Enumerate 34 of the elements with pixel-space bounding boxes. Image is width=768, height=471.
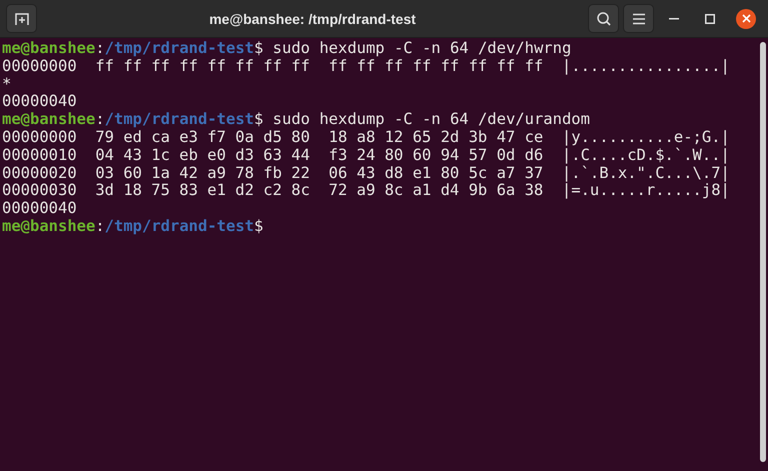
command-text: sudo hexdump -C -n 64 /dev/hwrng xyxy=(272,40,572,58)
prompt-separator: : xyxy=(95,218,105,236)
scrollbar[interactable] xyxy=(760,42,766,462)
menu-button[interactable] xyxy=(623,4,654,33)
new-tab-icon xyxy=(14,10,30,26)
output-line: 00000030 3d 18 75 83 e1 d2 c2 8c 72 a9 8c a1 d4 9b 6a 38 |=.u.....r.....j8| xyxy=(2,182,730,200)
prompt-symbol: $ xyxy=(254,218,264,236)
search-icon xyxy=(596,10,612,26)
minimize-icon xyxy=(669,18,679,20)
prompt-path: /tmp/rdrand-test xyxy=(104,40,254,58)
output-line: 00000020 03 60 1a 42 a9 78 fb 22 06 43 d8 e1 80 5c a7 37 |.`.B.x.".C...\.7| xyxy=(2,164,730,182)
output-line: 00000040 xyxy=(2,200,77,218)
prompt-path: /tmp/rdrand-test xyxy=(104,218,254,236)
prompt-user-host: me@banshee xyxy=(2,218,96,236)
search-button[interactable] xyxy=(588,4,619,33)
prompt-user-host: me@banshee xyxy=(2,40,96,58)
prompt-separator: : xyxy=(95,111,105,129)
menu-icon xyxy=(632,12,646,24)
output-line: * xyxy=(2,76,12,94)
prompt-user-host: me@banshee xyxy=(2,111,96,129)
prompt-symbol: $ xyxy=(254,40,264,58)
new-tab-button[interactable] xyxy=(6,4,37,33)
window-title: me@banshee: /tmp/rdrand-test xyxy=(208,10,417,26)
output-line: 00000010 04 43 1c eb e0 d3 63 44 f3 24 80 60 94 57 0d d6 |.C....cD.$.`.W..| xyxy=(2,146,730,165)
prompt-separator: : xyxy=(95,40,105,58)
maximize-icon xyxy=(705,14,715,24)
prompt-path: /tmp/rdrand-test xyxy=(104,111,254,129)
output-line: 00000000 79 ed ca e3 f7 0a d5 80 18 a8 12 65 2d 3b 47 ce |y..........e-;G.| xyxy=(2,128,730,147)
close-button[interactable] xyxy=(736,8,756,28)
output-line: 00000000 ff ff ff ff ff ff ff ff ff ff ff ff ff ff ff ff |................| xyxy=(2,58,730,76)
close-icon xyxy=(742,14,750,23)
output-line: 00000040 xyxy=(2,93,77,112)
command-text: sudo hexdump -C -n 64 /dev/urandom xyxy=(272,111,590,129)
prompt-symbol: $ xyxy=(254,111,264,129)
